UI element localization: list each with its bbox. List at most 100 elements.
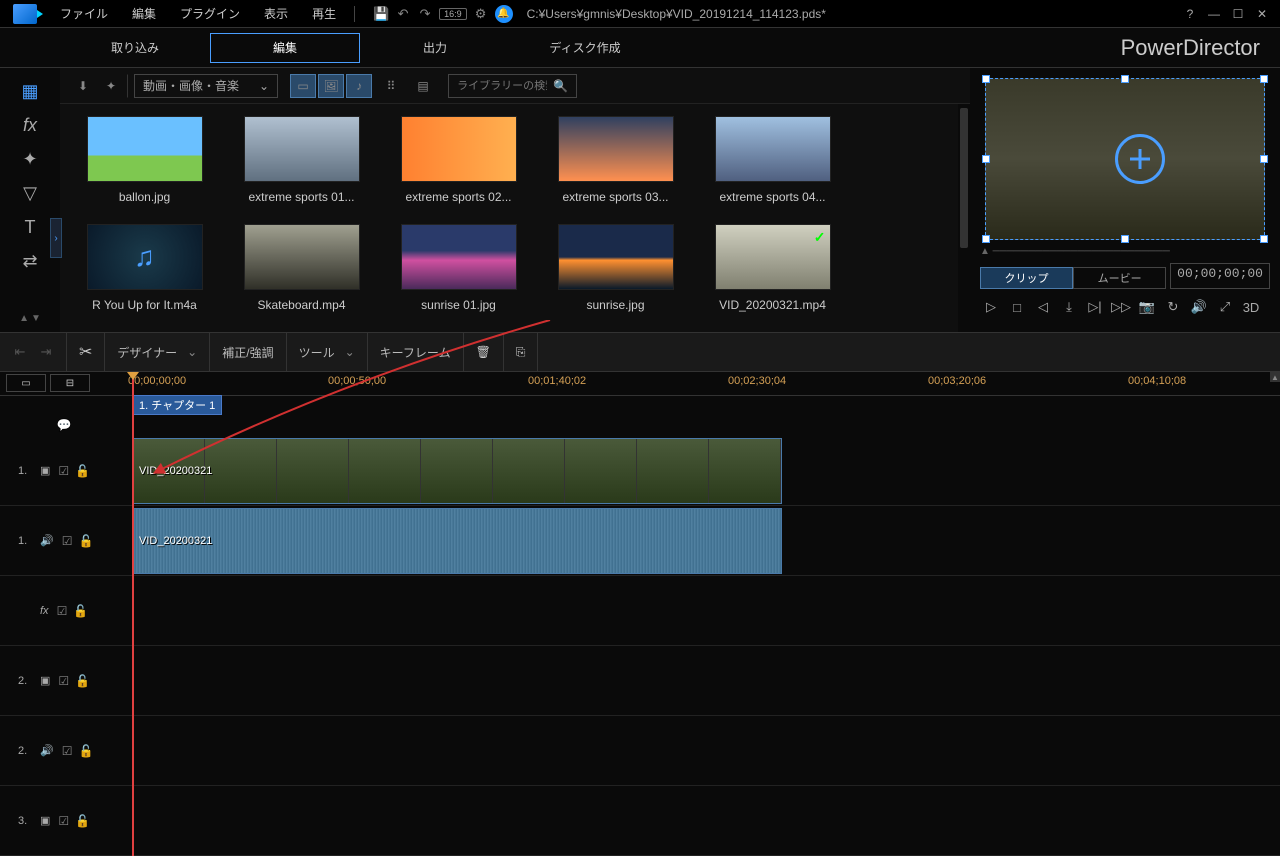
redo-icon[interactable]: ↷ bbox=[417, 6, 433, 22]
media-thumbnail[interactable]: sunrise 01.jpg bbox=[386, 224, 531, 320]
import-media-icon[interactable]: ⬇ bbox=[70, 74, 96, 98]
resize-handle[interactable] bbox=[982, 235, 990, 243]
preview-timecode[interactable]: 00;00;00;00 bbox=[1170, 263, 1270, 289]
video-clip[interactable]: VID_20200321 bbox=[132, 438, 782, 504]
menu-view[interactable]: 表示 bbox=[254, 1, 298, 26]
media-filter-dropdown[interactable]: 動画・画像・音楽⌄ bbox=[134, 74, 278, 98]
maximize-button[interactable]: ☐ bbox=[1228, 6, 1248, 22]
preview-tab-clip[interactable]: クリップ bbox=[980, 267, 1073, 289]
track-lane[interactable]: VID_20200321 bbox=[128, 436, 1280, 505]
filter-image-icon[interactable]: 🖼 bbox=[318, 74, 344, 98]
library-search-input[interactable] bbox=[457, 80, 547, 92]
playhead[interactable] bbox=[132, 372, 134, 856]
resize-handle[interactable] bbox=[1121, 75, 1129, 83]
media-thumbnail[interactable]: extreme sports 04... bbox=[700, 116, 845, 212]
tab-output[interactable]: 出力 bbox=[360, 33, 510, 63]
preview-viewport[interactable] bbox=[985, 78, 1265, 240]
media-thumbnail[interactable]: ballon.jpg bbox=[72, 116, 217, 212]
bell-icon[interactable]: 🔔 bbox=[495, 5, 513, 23]
chapter-marker[interactable]: 1. チャプター 1 bbox=[132, 395, 222, 415]
visibility-icon[interactable]: ☑ bbox=[62, 534, 73, 548]
visibility-icon[interactable]: ☑ bbox=[58, 674, 69, 688]
visibility-icon[interactable]: ☑ bbox=[58, 464, 69, 478]
cut-icon[interactable]: ✂ bbox=[79, 342, 92, 362]
track-lane[interactable]: VID_20200321 bbox=[128, 506, 1280, 575]
menu-play[interactable]: 再生 bbox=[302, 1, 346, 26]
snapshot-icon[interactable]: 📷 bbox=[1136, 297, 1158, 317]
track-header[interactable]: 2.🔊☑🔓 bbox=[0, 716, 128, 785]
resize-handle[interactable] bbox=[1121, 235, 1129, 243]
media-room-icon[interactable]: ▦ bbox=[17, 78, 43, 104]
media-thumbnail[interactable]: ✓VID_20200321.mp4 bbox=[700, 224, 845, 320]
fx-room-icon[interactable]: fx bbox=[17, 112, 43, 138]
visibility-icon[interactable]: ☑ bbox=[58, 814, 69, 828]
lock-icon[interactable]: 🔓 bbox=[78, 744, 93, 758]
sidebar-down-icon[interactable]: ▼ bbox=[31, 313, 41, 324]
tab-edit[interactable]: 編集 bbox=[210, 33, 360, 63]
media-thumbnail[interactable]: sunrise.jpg bbox=[543, 224, 688, 320]
comment-track-icon[interactable]: 💬 bbox=[0, 414, 128, 436]
track-lane[interactable] bbox=[128, 646, 1280, 715]
storyboard-view-icon[interactable]: ⊟ bbox=[50, 374, 90, 392]
stop-icon[interactable]: □ bbox=[1006, 297, 1028, 317]
audio-clip[interactable]: VID_20200321 bbox=[132, 508, 782, 574]
play-icon[interactable]: ▷ bbox=[980, 297, 1002, 317]
fix-enhance-button[interactable]: 補正/強調 bbox=[222, 344, 273, 361]
media-thumbnail[interactable]: extreme sports 01... bbox=[229, 116, 374, 212]
transition-room-icon[interactable]: ⇄ bbox=[17, 248, 43, 274]
menu-file[interactable]: ファイル bbox=[50, 1, 118, 26]
fast-forward-icon[interactable]: ▷▷ bbox=[1110, 297, 1132, 317]
sidebar-toggle[interactable]: › bbox=[50, 218, 62, 258]
grid-view-icon[interactable]: ⠿ bbox=[378, 74, 404, 98]
track-header[interactable]: 3.▣☑🔓 bbox=[0, 786, 128, 855]
particle-room-icon[interactable]: ▽ bbox=[17, 180, 43, 206]
expand-icon[interactable]: ⤢ bbox=[1214, 297, 1236, 317]
gear-icon[interactable]: ⚙ bbox=[473, 6, 489, 22]
lock-icon[interactable]: 🔓 bbox=[73, 604, 88, 618]
split-left-icon[interactable]: ⇤ bbox=[12, 344, 28, 360]
filter-audio-icon[interactable]: ♪ bbox=[346, 74, 372, 98]
visibility-icon[interactable]: ☑ bbox=[57, 604, 68, 618]
media-thumbnail[interactable]: ♫R You Up for It.m4a bbox=[72, 224, 217, 320]
library-scrollbar[interactable] bbox=[958, 104, 970, 332]
resize-handle[interactable] bbox=[1260, 75, 1268, 83]
timeline-ruler[interactable]: 00;00;00;0000;00;50;0000;01;40;0200;02;3… bbox=[128, 372, 1280, 395]
move-target-icon[interactable] bbox=[1115, 134, 1165, 184]
sidebar-up-icon[interactable]: ▲ bbox=[19, 313, 29, 324]
export-icon[interactable]: ⤓ bbox=[1058, 297, 1080, 317]
detail-view-icon[interactable]: ▤ bbox=[410, 74, 436, 98]
tools-button[interactable]: ツール bbox=[299, 344, 335, 361]
media-thumbnail[interactable]: extreme sports 02... bbox=[386, 116, 531, 212]
menu-plugin[interactable]: プラグイン bbox=[170, 1, 250, 26]
resize-handle[interactable] bbox=[1260, 235, 1268, 243]
lock-icon[interactable]: 🔓 bbox=[75, 674, 90, 688]
track-header[interactable]: 1.🔊☑🔓 bbox=[0, 506, 128, 575]
preview-tab-movie[interactable]: ムービー bbox=[1073, 267, 1166, 289]
minimize-button[interactable]: — bbox=[1204, 6, 1224, 22]
split-right-icon[interactable]: ⇥ bbox=[38, 344, 54, 360]
title-room-icon[interactable]: T bbox=[17, 214, 43, 240]
keyframe-button[interactable]: キーフレーム bbox=[380, 344, 451, 361]
designer-button[interactable]: デザイナー bbox=[117, 344, 177, 361]
pip-room-icon[interactable]: ✦ bbox=[17, 146, 43, 172]
aspect-ratio-badge[interactable]: 16:9 bbox=[439, 8, 467, 20]
close-button[interactable]: ✕ bbox=[1252, 6, 1272, 22]
delete-icon[interactable]: 🗑 bbox=[476, 345, 491, 359]
filter-video-icon[interactable]: ▭ bbox=[290, 74, 316, 98]
timeline-view-icon[interactable]: ▭ bbox=[6, 374, 46, 392]
menu-edit[interactable]: 編集 bbox=[122, 1, 166, 26]
track-lane[interactable] bbox=[128, 576, 1280, 645]
resize-handle[interactable] bbox=[1260, 155, 1268, 163]
more-icon[interactable]: ⎘ bbox=[516, 345, 526, 360]
rotation-slider[interactable]: ▲ ───────────────────────── bbox=[980, 246, 1270, 257]
track-lane[interactable] bbox=[128, 716, 1280, 785]
plugin-icon[interactable]: ✦ bbox=[102, 74, 128, 98]
loop-icon[interactable]: ↻ bbox=[1162, 297, 1184, 317]
volume-icon[interactable]: 🔊 bbox=[1188, 297, 1210, 317]
timeline-scroll-up[interactable]: ▲ bbox=[1270, 372, 1280, 382]
resize-handle[interactable] bbox=[982, 155, 990, 163]
media-thumbnail[interactable]: extreme sports 03... bbox=[543, 116, 688, 212]
help-icon[interactable]: ? bbox=[1180, 6, 1200, 22]
track-lane[interactable] bbox=[128, 786, 1280, 855]
track-header[interactable]: fx☑🔓 bbox=[0, 576, 128, 645]
